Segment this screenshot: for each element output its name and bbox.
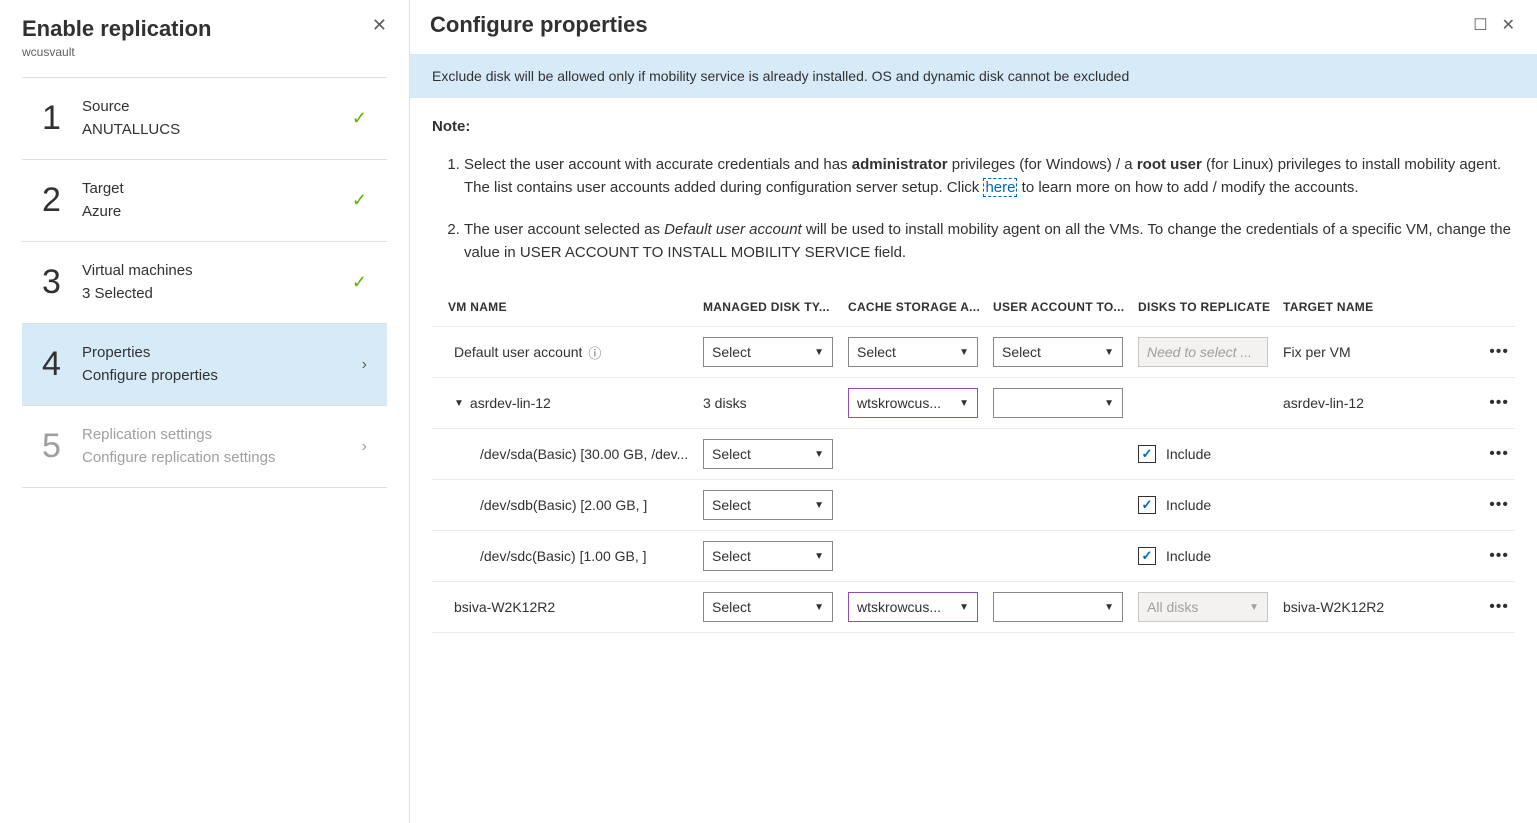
managed-disk-select[interactable]: Select▼ <box>703 592 833 622</box>
table-row-vm2: bsiva-W2K12R2 Select▼ wtskrowcus...▼ ▼ A… <box>432 582 1515 633</box>
wizard-title: Enable replication <box>22 16 212 42</box>
table-row-disk: /dev/sdb(Basic) [2.00 GB, ] Select▼ ✓Inc… <box>432 480 1515 531</box>
note-item-1: Select the user account with accurate cr… <box>464 153 1515 200</box>
left-wizard-panel: Enable replication wcusvault ✕ 1 Source … <box>0 0 410 823</box>
step-source[interactable]: 1 Source ANUTALLUCS ✓ <box>22 77 387 159</box>
page-title: Configure properties <box>430 12 648 38</box>
cache-storage-select[interactable]: wtskrowcus...▼ <box>848 388 978 418</box>
maximize-icon[interactable]: ☐ <box>1473 15 1487 35</box>
chevron-down-icon: ▼ <box>959 398 969 409</box>
info-icon[interactable]: ⓘ <box>588 343 601 362</box>
user-account-select[interactable]: ▼ <box>993 592 1123 622</box>
vm-properties-table: VM NAME MANAGED DISK TY... CACHE STORAGE… <box>432 290 1515 633</box>
more-icon[interactable]: ••• <box>1481 445 1509 463</box>
more-icon[interactable]: ••• <box>1481 547 1509 565</box>
close-icon[interactable]: ✕ <box>372 16 387 34</box>
user-account-select[interactable]: ▼ <box>993 388 1123 418</box>
include-checkbox[interactable]: ✓ <box>1138 445 1156 463</box>
chevron-down-icon: ▼ <box>1104 347 1114 358</box>
managed-disk-select[interactable]: Select▼ <box>703 439 833 469</box>
more-icon[interactable]: ••• <box>1481 598 1509 616</box>
include-checkbox[interactable]: ✓ <box>1138 496 1156 514</box>
chevron-down-icon: ▼ <box>814 449 824 460</box>
managed-disk-select[interactable]: Select▼ <box>703 337 833 367</box>
chevron-right-icon: › <box>347 438 367 456</box>
table-row-disk: /dev/sdc(Basic) [1.00 GB, ] Select▼ ✓Inc… <box>432 531 1515 582</box>
wizard-subtitle: wcusvault <box>22 45 212 59</box>
check-icon: ✓ <box>347 108 367 129</box>
col-user-account: USER ACCOUNT TO... <box>987 290 1132 327</box>
step-properties[interactable]: 4 Properties Configure properties › <box>22 323 387 405</box>
col-disks-replicate: DISKS TO REPLICATE <box>1132 290 1277 327</box>
step-virtual-machines[interactable]: 3 Virtual machines 3 Selected ✓ <box>22 241 387 323</box>
note-heading: Note: <box>432 118 1515 135</box>
here-link[interactable]: here <box>983 178 1017 197</box>
chevron-down-icon: ▼ <box>814 500 824 511</box>
col-managed-disk: MANAGED DISK TY... <box>697 290 842 327</box>
chevron-down-icon: ▼ <box>814 347 824 358</box>
expand-icon[interactable]: ▼ <box>454 398 464 409</box>
step-target[interactable]: 2 Target Azure ✓ <box>22 159 387 241</box>
col-cache-storage: CACHE STORAGE A... <box>842 290 987 327</box>
more-icon[interactable]: ••• <box>1481 394 1509 412</box>
chevron-down-icon: ▼ <box>959 347 969 358</box>
chevron-down-icon: ▼ <box>1249 602 1259 613</box>
cache-storage-select[interactable]: Select▼ <box>848 337 978 367</box>
check-icon: ✓ <box>347 190 367 211</box>
col-vm-name: VM NAME <box>432 290 697 327</box>
include-checkbox[interactable]: ✓ <box>1138 547 1156 565</box>
chevron-down-icon: ▼ <box>959 602 969 613</box>
note-item-2: The user account selected as Default use… <box>464 218 1515 265</box>
disks-replicate-select: Need to select ... <box>1138 337 1268 367</box>
user-account-select[interactable]: Select▼ <box>993 337 1123 367</box>
table-row-disk: /dev/sda(Basic) [30.00 GB, /dev... Selec… <box>432 429 1515 480</box>
cache-storage-select[interactable]: wtskrowcus...▼ <box>848 592 978 622</box>
chevron-down-icon: ▼ <box>1104 602 1114 613</box>
table-row-vm1: ▼asrdev-lin-12 3 disks wtskrowcus...▼ ▼ … <box>432 378 1515 429</box>
check-icon: ✓ <box>347 272 367 293</box>
col-target-name: TARGET NAME <box>1277 290 1475 327</box>
chevron-down-icon: ▼ <box>814 602 824 613</box>
table-row-default: Default user account ⓘ Select▼ Select▼ S… <box>432 327 1515 378</box>
properties-panel: Configure properties ☐ ✕ Exclude disk wi… <box>410 0 1537 823</box>
disks-replicate-select: All disks▼ <box>1138 592 1268 622</box>
wizard-steps: 1 Source ANUTALLUCS ✓ 2 Target Azure ✓ 3… <box>22 77 387 488</box>
notes-list: Select the user account with accurate cr… <box>432 153 1515 264</box>
chevron-down-icon: ▼ <box>814 551 824 562</box>
managed-disk-select[interactable]: Select▼ <box>703 541 833 571</box>
chevron-down-icon: ▼ <box>1104 398 1114 409</box>
info-banner: Exclude disk will be allowed only if mob… <box>410 54 1537 98</box>
managed-disk-select[interactable]: Select▼ <box>703 490 833 520</box>
chevron-right-icon: › <box>347 356 367 374</box>
close-icon[interactable]: ✕ <box>1502 15 1515 35</box>
step-replication-settings: 5 Replication settings Configure replica… <box>22 405 387 488</box>
more-icon[interactable]: ••• <box>1481 343 1509 361</box>
more-icon[interactable]: ••• <box>1481 496 1509 514</box>
